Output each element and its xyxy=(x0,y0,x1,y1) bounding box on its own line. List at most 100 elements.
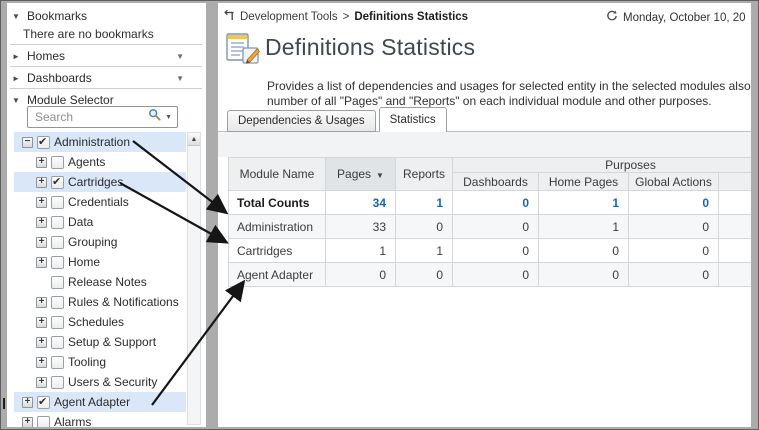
tree-item-credentials[interactable]: + Credentials xyxy=(14,192,186,212)
tab-dependencies-usages[interactable]: Dependencies & Usages xyxy=(227,110,376,132)
checkbox-unchecked[interactable] xyxy=(51,296,64,309)
sidebar-section-homes[interactable]: ► Homes ▼ xyxy=(7,47,206,65)
expand-icon[interactable]: + xyxy=(36,197,47,208)
total-dashboards-link[interactable]: 0 xyxy=(453,191,539,215)
checkbox-unchecked[interactable] xyxy=(51,236,64,249)
main-panel: Development Tools > Definitions Statisti… xyxy=(218,3,751,427)
tree-item-label: Cartridges xyxy=(68,175,123,189)
expand-icon[interactable]: + xyxy=(36,377,47,388)
search-options-dropdown-icon[interactable]: ▼ xyxy=(165,114,172,121)
checkbox-unchecked[interactable] xyxy=(51,376,64,389)
column-header-clipped[interactable]: G xyxy=(719,173,752,191)
expand-icon[interactable]: + xyxy=(22,397,33,408)
tree-item-label: Home xyxy=(68,255,100,269)
column-header-dashboards[interactable]: Dashboards xyxy=(453,173,539,191)
expand-icon[interactable]: + xyxy=(36,217,47,228)
tree-item-data[interactable]: + Data xyxy=(14,212,186,232)
checkbox-unchecked[interactable] xyxy=(51,216,64,229)
checkbox-checked[interactable]: ✔ xyxy=(37,396,50,409)
cell-value: 1 xyxy=(396,239,453,263)
tab-statistics[interactable]: Statistics xyxy=(379,107,447,132)
checkbox-unchecked[interactable] xyxy=(51,256,64,269)
expand-icon[interactable]: + xyxy=(36,337,47,348)
column-header-label: Pages xyxy=(337,167,371,181)
column-header-reports[interactable]: Reports xyxy=(396,158,453,191)
checkbox-checked[interactable]: ✔ xyxy=(37,136,50,149)
tree-item-agents[interactable]: + Agents xyxy=(14,152,186,172)
tree-item-alarms[interactable]: + Alarms xyxy=(14,412,186,427)
checkbox-unchecked[interactable] xyxy=(51,276,64,289)
search-icon[interactable] xyxy=(148,108,161,126)
checkbox-unchecked[interactable] xyxy=(37,416,50,428)
cell-value: 0 xyxy=(453,263,539,287)
tree-item-agent-adapter[interactable]: + ✔ Agent Adapter xyxy=(14,392,186,412)
expand-icon[interactable]: + xyxy=(36,157,47,168)
breadcrumb-root[interactable]: Development Tools xyxy=(240,11,338,23)
tree-item-setup-support[interactable]: + Setup & Support xyxy=(14,332,186,352)
time-range-icon[interactable] xyxy=(606,10,618,25)
column-header-module-name[interactable]: Module Name xyxy=(229,158,326,191)
total-reports-link[interactable]: 1 xyxy=(396,191,453,215)
cell-value: 0 xyxy=(539,239,629,263)
cell-value: 0 xyxy=(396,263,453,287)
collapse-icon[interactable]: − xyxy=(22,137,33,148)
checkbox-checked[interactable]: ✔ xyxy=(51,176,64,189)
expand-icon[interactable]: + xyxy=(36,257,47,268)
expand-icon[interactable]: + xyxy=(36,317,47,328)
tree-item-label: Data xyxy=(68,215,93,229)
total-global-actions-link[interactable]: 0 xyxy=(629,191,719,215)
tree-item-release-notes[interactable]: Release Notes xyxy=(14,272,186,292)
tree-item-administration[interactable]: − ✔ Administration xyxy=(14,132,186,152)
row-label: Administration xyxy=(229,215,326,239)
column-header-global-actions[interactable]: Global Actions xyxy=(629,173,719,191)
dropdown-icon[interactable]: ▼ xyxy=(176,52,184,61)
checkbox-unchecked[interactable] xyxy=(51,156,64,169)
breadcrumb-separator: > xyxy=(343,11,350,23)
total-home-pages-link[interactable]: 1 xyxy=(539,191,629,215)
checkbox-unchecked[interactable] xyxy=(51,356,64,369)
checkbox-unchecked[interactable] xyxy=(51,316,64,329)
chevron-right-icon: ► xyxy=(11,52,21,61)
definitions-statistics-icon xyxy=(225,32,263,73)
expand-icon[interactable]: + xyxy=(36,297,47,308)
cell-value: 0 xyxy=(539,263,629,287)
tree-item-home[interactable]: + Home xyxy=(14,252,186,272)
expand-icon[interactable]: + xyxy=(22,417,33,428)
expand-icon[interactable]: + xyxy=(36,357,47,368)
statistics-table: Module Name Pages▼ Reports Purposes Dash… xyxy=(228,157,751,287)
scroll-up-icon[interactable]: ▲ xyxy=(188,133,200,146)
datetime-display: Monday, October 10, 20 xyxy=(606,10,751,25)
checkmark-icon: ✔ xyxy=(38,135,47,148)
checkbox-unchecked[interactable] xyxy=(51,336,64,349)
tree-item-cartridges[interactable]: + ✔ Cartridges xyxy=(14,172,186,192)
expand-icon[interactable]: + xyxy=(36,177,47,188)
sidebar-section-dashboards[interactable]: ► Dashboards ▼ xyxy=(7,69,206,87)
tree-item-schedules[interactable]: + Schedules xyxy=(14,312,186,332)
clipped-cell xyxy=(719,191,752,215)
clipped-cell xyxy=(719,215,752,239)
column-header-pages[interactable]: Pages▼ xyxy=(326,158,396,191)
row-label: Agent Adapter xyxy=(229,263,326,287)
row-label: Cartridges xyxy=(229,239,326,263)
checkbox-unchecked[interactable] xyxy=(51,196,64,209)
dropdown-icon[interactable]: ▼ xyxy=(176,74,184,83)
datetime-text[interactable]: Monday, October 10, 20 xyxy=(623,12,746,24)
total-pages-link[interactable]: 34 xyxy=(326,191,396,215)
app-window: ▼ Bookmarks There are no bookmarks ► Hom… xyxy=(0,0,759,430)
search-input[interactable]: Search ▼ xyxy=(27,106,178,128)
chevron-down-icon: ▼ xyxy=(11,12,21,21)
tree-item-grouping[interactable]: + Grouping xyxy=(14,232,186,252)
expand-icon[interactable]: + xyxy=(36,237,47,248)
tree-item-tooling[interactable]: + Tooling xyxy=(14,352,186,372)
column-header-home-pages[interactable]: Home Pages xyxy=(539,173,629,191)
table-row-total-counts: Total Counts 34 1 0 1 0 xyxy=(229,191,752,215)
up-level-icon[interactable] xyxy=(224,10,235,24)
tree-scrollbar[interactable]: ▲ xyxy=(187,132,201,425)
table-row-cartridges: Cartridges 1 1 0 0 0 xyxy=(229,239,752,263)
cell-value: 0 xyxy=(629,239,719,263)
tree-item-label: Release Notes xyxy=(68,275,147,289)
sidebar-section-bookmarks[interactable]: ▼ Bookmarks xyxy=(7,7,206,25)
tree-item-users-security[interactable]: + Users & Security xyxy=(14,372,186,392)
tree-item-label: Schedules xyxy=(68,315,124,329)
tree-item-rules-notifications[interactable]: + Rules & Notifications xyxy=(14,292,186,312)
